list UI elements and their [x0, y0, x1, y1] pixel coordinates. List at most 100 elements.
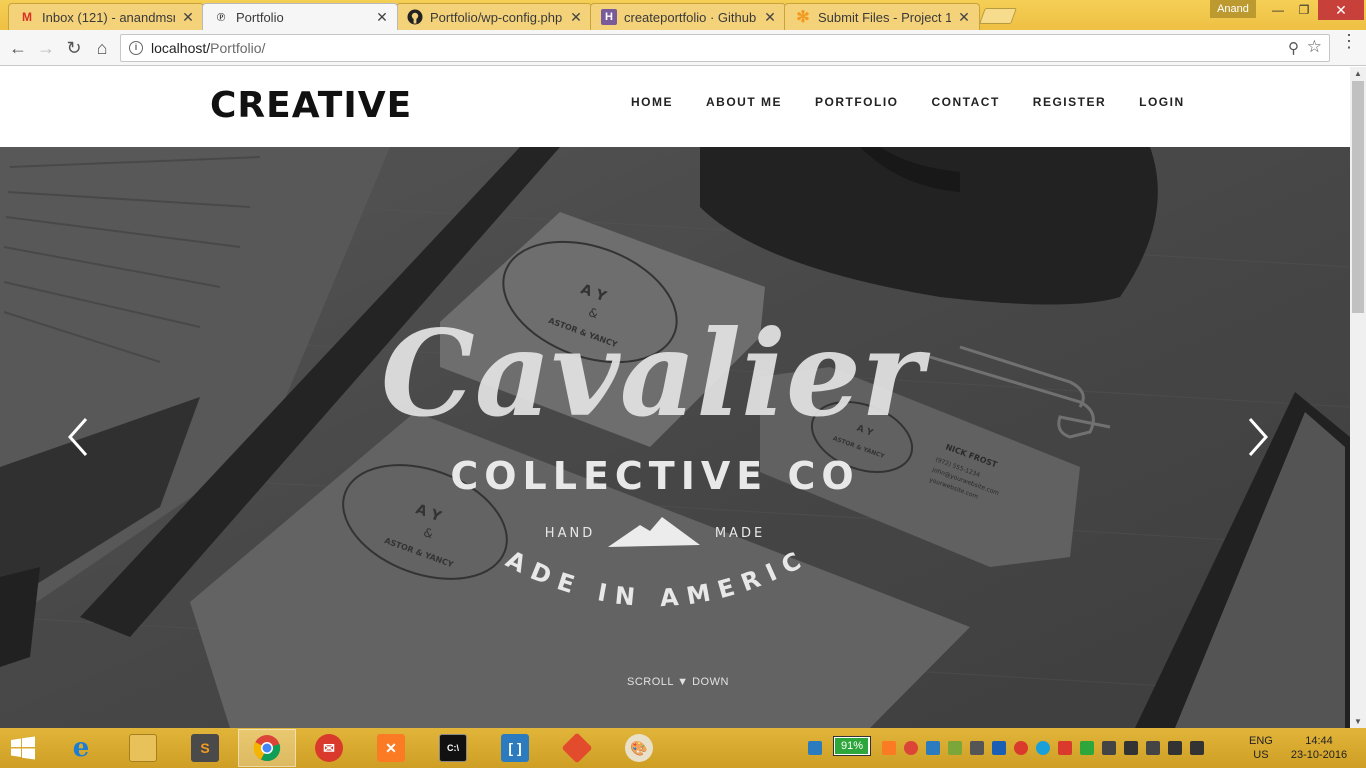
brackets-icon: [ ] [501, 734, 529, 762]
tab-title: createportfolio · Github | [624, 9, 757, 25]
nav-home[interactable]: HOME [631, 95, 673, 109]
taskbar-chrome[interactable] [238, 729, 296, 767]
tab-title: Portfolio/wp-config.php [430, 9, 563, 25]
forward-button[interactable]: → [34, 36, 58, 60]
nav-about-me[interactable]: ABOUT ME [706, 95, 782, 109]
tab-title: Inbox (121) - anandmsm [42, 9, 175, 25]
minimize-button[interactable]: — [1264, 0, 1292, 20]
network-tray-icon[interactable] [948, 741, 962, 755]
defender-icon[interactable] [808, 741, 822, 755]
taskbar-file-explorer[interactable] [114, 729, 172, 767]
file-explorer-icon [129, 734, 157, 762]
scroll-down-icon[interactable]: ▼ [1354, 717, 1362, 726]
address-bar[interactable]: i localhost/Portfolio/ ⚲ ☆ [120, 34, 1330, 62]
site-logo[interactable]: CREATIVE [210, 85, 412, 126]
chrome-menu-icon[interactable]: ⋮ [1340, 32, 1358, 50]
slider-prev-arrow[interactable] [64, 415, 94, 459]
slider-next-arrow[interactable] [1242, 415, 1272, 459]
language-code: ENG [1249, 735, 1273, 747]
scrollbar-thumb[interactable] [1352, 81, 1364, 313]
page-scrollbar[interactable]: ▲ ▼ [1350, 67, 1366, 728]
taskbar-command-prompt[interactable]: C:\ [424, 729, 482, 767]
tab-gmail[interactable]: M Inbox (121) - anandmsm ✕ [8, 3, 204, 30]
region-code: US [1253, 749, 1269, 761]
close-icon[interactable]: ✕ [375, 9, 389, 26]
close-icon[interactable]: ✕ [181, 9, 195, 26]
zoom-icon[interactable]: ⚲ [1288, 39, 1299, 57]
hero-slider: Cavalier COLLECTIVE CO HAND MADE MADE IN… [0, 147, 1350, 728]
taskbar-paint[interactable]: 🎨 [610, 729, 668, 767]
nav-portfolio[interactable]: PORTFOLIO [815, 95, 899, 109]
command-prompt-icon: C:\ [439, 734, 467, 762]
flag-icon[interactable] [1124, 741, 1138, 755]
nav-register[interactable]: REGISTER [1033, 95, 1106, 109]
signal-icon[interactable] [1168, 741, 1182, 755]
security-tray-icon[interactable] [1058, 741, 1072, 755]
close-icon[interactable]: ✕ [763, 9, 777, 26]
clock-time: 14:44 [1305, 735, 1333, 747]
reload-button[interactable]: ↻ [62, 36, 86, 60]
nav-login[interactable]: LOGIN [1139, 95, 1185, 109]
github-icon [407, 9, 423, 25]
display-tray-icon[interactable] [1102, 741, 1116, 755]
restore-button[interactable]: ❐ [1290, 0, 1318, 20]
taskbar-mail[interactable]: ✉ [300, 729, 358, 767]
windows-logo-icon [11, 736, 35, 760]
tab-title: Submit Files - Project 1 W [818, 9, 951, 25]
bluetooth-tray-icon[interactable] [992, 741, 1006, 755]
site-header: CREATIVE HOME ABOUT ME PORTFOLIO CONTACT… [0, 67, 1350, 147]
new-tab-button[interactable] [979, 8, 1017, 24]
taskbar-xampp[interactable]: ✕ [362, 729, 420, 767]
info-icon[interactable]: i [129, 41, 143, 55]
tab-github[interactable]: Portfolio/wp-config.php ✕ [396, 3, 592, 30]
profile-button[interactable]: Anand [1210, 0, 1256, 18]
close-icon[interactable]: ✕ [957, 9, 971, 26]
sublime-text-icon: S [191, 734, 219, 762]
paint-icon: 🎨 [625, 734, 653, 762]
check-tray-icon[interactable] [1080, 741, 1094, 755]
chevron-left-icon [67, 418, 88, 456]
scroll-down-link[interactable]: SCROLL ▼ DOWN [627, 676, 729, 688]
git-icon [561, 732, 593, 764]
url-host: localhost/ [151, 40, 211, 56]
web-page: CREATIVE HOME ABOUT ME PORTFOLIO CONTACT… [0, 67, 1350, 728]
windows-start-button[interactable] [8, 736, 38, 760]
xampp-tray-icon[interactable] [882, 741, 896, 755]
sync-tray-icon[interactable] [926, 741, 940, 755]
taskbar-sublime-text[interactable]: S [176, 729, 234, 767]
antivirus-tray-icon[interactable] [1014, 741, 1028, 755]
main-nav: HOME ABOUT ME PORTFOLIO CONTACT REGISTER… [631, 95, 1218, 109]
language-indicator[interactable]: ENG US [1249, 734, 1273, 762]
chrome-icon [253, 735, 281, 762]
battery-percent: 91% [840, 740, 864, 752]
url-text[interactable]: localhost/Portfolio/ [151, 40, 265, 56]
chevron-right-icon [1248, 418, 1269, 456]
chrome-tray-icon[interactable] [904, 741, 918, 755]
gmail-icon: M [22, 10, 32, 24]
bookmark-star-icon[interactable]: ☆ [1307, 37, 1322, 57]
monitor-tray-icon[interactable] [970, 741, 984, 755]
browser-toolbar: ← → ↻ ⌂ i localhost/Portfolio/ ⚲ ☆ ⋮ [0, 30, 1366, 66]
nav-contact[interactable]: CONTACT [932, 95, 1000, 109]
cloud-tray-icon[interactable] [1036, 741, 1050, 755]
internet-explorer-icon: e [72, 733, 90, 763]
close-window-button[interactable]: ✕ [1318, 0, 1364, 20]
tab-portfolio[interactable]: ℗ Portfolio ✕ [202, 3, 398, 30]
tab-submit-files[interactable]: ✻ Submit Files - Project 1 W ✕ [784, 3, 980, 30]
taskbar-clock[interactable]: 14:44 23-10-2016 [1288, 734, 1350, 762]
taskbar-internet-explorer[interactable]: e [52, 729, 110, 767]
tab-title: Portfolio [236, 9, 284, 25]
back-button[interactable]: ← [6, 36, 30, 60]
system-tray-icons [882, 734, 1212, 762]
page-icon: ℗ [216, 9, 226, 24]
taskbar-brackets[interactable]: [ ] [486, 729, 544, 767]
power-tray-icon[interactable] [1146, 741, 1160, 755]
asterisk-icon: ✻ [796, 9, 810, 26]
tab-createportfolio[interactable]: H createportfolio · Github | ✕ [590, 3, 786, 30]
home-button[interactable]: ⌂ [90, 36, 114, 60]
battery-indicator[interactable]: 91% [833, 736, 871, 756]
volume-icon[interactable] [1190, 741, 1204, 755]
taskbar-git[interactable] [548, 729, 606, 767]
close-icon[interactable]: ✕ [569, 9, 583, 26]
scroll-up-icon[interactable]: ▲ [1354, 69, 1362, 78]
